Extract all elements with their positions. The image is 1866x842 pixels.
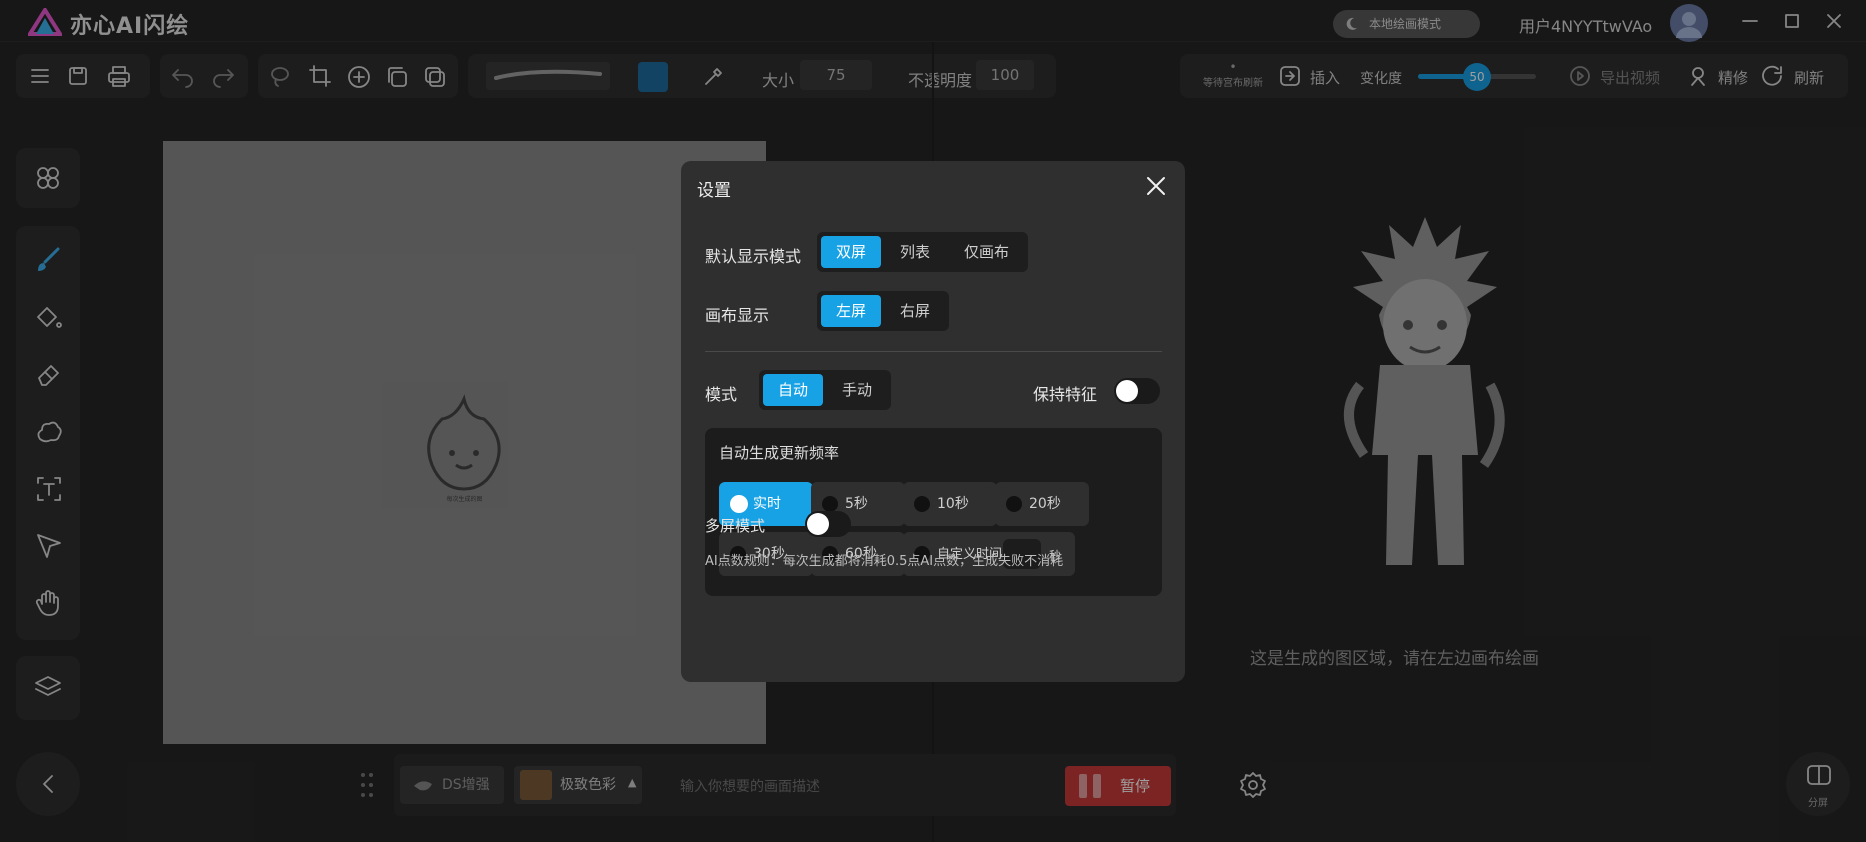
radio-dot [914,496,930,512]
radio-dot [730,495,748,513]
freq-option-label: 10秒 [937,496,969,512]
display-mode-segmented: 双屏 列表 仅画布 [817,232,1029,272]
mode-label: 模式 [705,385,738,404]
freq-option-20s[interactable]: 20秒 [995,482,1089,526]
settings-title: 设置 [697,181,731,201]
canvas-display-right[interactable]: 右屏 [885,295,945,327]
freq-option-10s[interactable]: 10秒 [903,482,997,526]
display-mode-list[interactable]: 列表 [885,236,945,268]
multi-screen-toggle[interactable] [805,511,851,537]
freq-option-label: 20秒 [1029,496,1061,512]
mode-segmented: 自动 手动 [759,370,892,410]
display-mode-label: 默认显示模式 [705,247,802,266]
keep-feature-toggle[interactable] [1114,378,1160,404]
section-divider [705,351,1162,352]
mode-manual[interactable]: 手动 [827,374,887,406]
toggle-knob [807,513,829,535]
frequency-title: 自动生成更新频率 [719,444,840,462]
display-mode-dual[interactable]: 双屏 [821,236,882,268]
freq-option-label: 5秒 [845,496,868,512]
frequency-panel: 自动生成更新频率 实时 5秒 10秒 20秒 30秒 60秒 自定义时间 秒 [705,428,1162,596]
canvas-display-label: 画布显示 [705,306,770,325]
radio-dot [1006,496,1022,512]
canvas-display-segmented: 左屏 右屏 [817,291,950,331]
freq-option-label: 实时 [753,496,781,512]
multi-screen-label: 多屏模式 [705,517,766,535]
display-mode-canvas-only[interactable]: 仅画布 [949,236,1024,268]
canvas-display-left[interactable]: 左屏 [821,295,882,327]
close-icon[interactable] [1145,175,1167,197]
radio-dot [822,496,838,512]
toggle-knob [1116,380,1138,402]
keep-feature-label: 保持特征 [1033,385,1098,404]
points-rule: AI点数规则：每次生成都将消耗0.5点AI点数，生成失败不消耗 [705,554,1064,569]
settings-dialog: 设置 默认显示模式 双屏 列表 仅画布 画布显示 左屏 右屏 模式 自动 手动 … [681,161,1185,682]
mode-auto[interactable]: 自动 [763,374,824,406]
